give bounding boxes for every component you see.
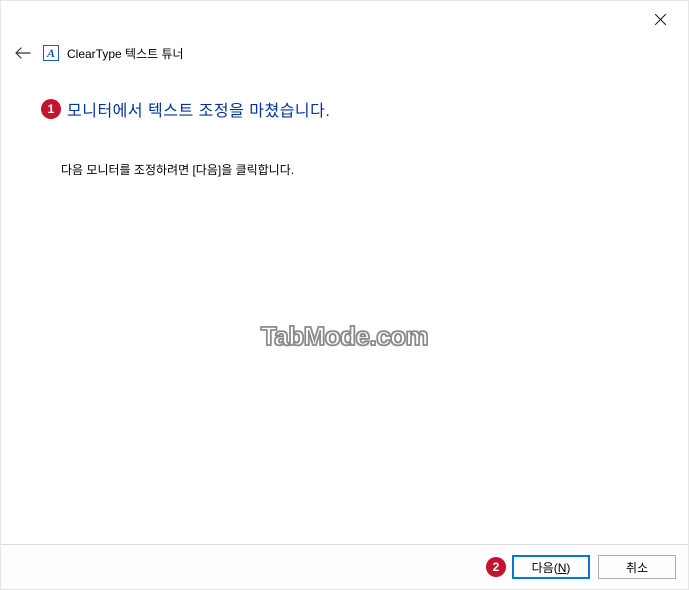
next-button-label: 다음(N) <box>532 559 571 576</box>
page-heading: 모니터에서 텍스트 조정을 마쳤습니다. <box>67 97 330 121</box>
annotation-badge-2: 2 <box>486 557 506 577</box>
cancel-button-label: 취소 <box>626 559 648 576</box>
next-button-group: 2 다음(N) <box>486 555 590 579</box>
back-arrow-icon <box>15 47 31 59</box>
back-button[interactable] <box>11 41 35 65</box>
close-button[interactable] <box>640 4 680 34</box>
next-button[interactable]: 다음(N) <box>512 555 590 579</box>
body-text: 다음 모니터를 조정하려면 [다음]을 클릭합니다. <box>41 161 648 178</box>
titlebar <box>1 1 688 37</box>
close-icon <box>655 14 666 25</box>
header: A ClearType 텍스트 튜너 <box>1 37 688 69</box>
heading-row: 1 모니터에서 텍스트 조정을 마쳤습니다. <box>41 97 648 121</box>
annotation-badge-1: 1 <box>41 99 61 119</box>
content-area: 1 모니터에서 텍스트 조정을 마쳤습니다. 다음 모니터를 조정하려면 [다음… <box>1 69 688 178</box>
app-icon: A <box>43 45 59 61</box>
window-title: ClearType 텍스트 튜너 <box>67 45 184 62</box>
watermark: TabMode.com <box>261 321 428 352</box>
cancel-button[interactable]: 취소 <box>598 555 676 579</box>
footer: 2 다음(N) 취소 <box>1 544 688 589</box>
